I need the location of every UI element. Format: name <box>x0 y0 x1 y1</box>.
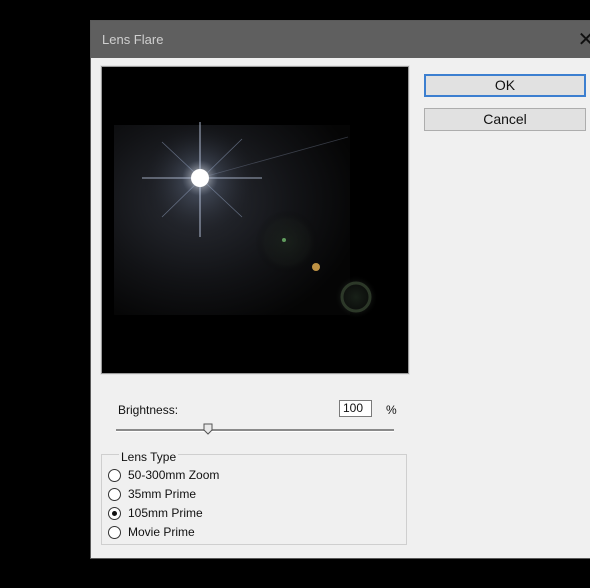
lens-option-movie-prime[interactable]: Movie Prime <box>108 524 195 540</box>
close-icon[interactable]: ✕ <box>571 27 590 53</box>
screen: Lens Flare ✕ OK Cancel Brightness: 100 %… <box>0 0 590 588</box>
radio-label: Movie Prime <box>128 525 195 539</box>
lens-flare-dialog: Lens Flare ✕ OK Cancel Brightness: 100 %… <box>91 21 590 558</box>
radio-105mm-prime[interactable] <box>108 506 121 520</box>
lens-option-105mm-prime[interactable]: 105mm Prime <box>108 505 203 521</box>
radio-label: 105mm Prime <box>128 506 203 520</box>
brightness-slider-thumb[interactable] <box>203 423 213 435</box>
lens-type-legend: Lens Type <box>119 450 179 464</box>
lens-option-35mm-prime[interactable]: 35mm Prime <box>108 486 196 502</box>
preview-image <box>102 67 408 373</box>
radio-label: 35mm Prime <box>128 487 197 501</box>
radio-movie-prime[interactable] <box>108 525 121 539</box>
ok-button[interactable]: OK <box>424 74 586 97</box>
brightness-slider-track[interactable] <box>116 429 394 432</box>
radio-label: 50-300mm Zoom <box>128 468 220 482</box>
brightness-label: Brightness: <box>118 403 179 417</box>
brightness-unit: % <box>386 403 397 417</box>
dialog-title: Lens Flare <box>102 32 164 47</box>
cancel-button[interactable]: Cancel <box>424 108 586 131</box>
dialog-titlebar[interactable]: Lens Flare ✕ <box>91 21 590 58</box>
brightness-input[interactable] <box>339 400 372 417</box>
lens-option-50-300mm-zoom[interactable]: 50-300mm Zoom <box>108 467 219 483</box>
radio-35mm-prime[interactable] <box>108 487 121 501</box>
radio-50-300mm-zoom[interactable] <box>108 468 121 482</box>
flare-preview[interactable] <box>100 65 410 375</box>
